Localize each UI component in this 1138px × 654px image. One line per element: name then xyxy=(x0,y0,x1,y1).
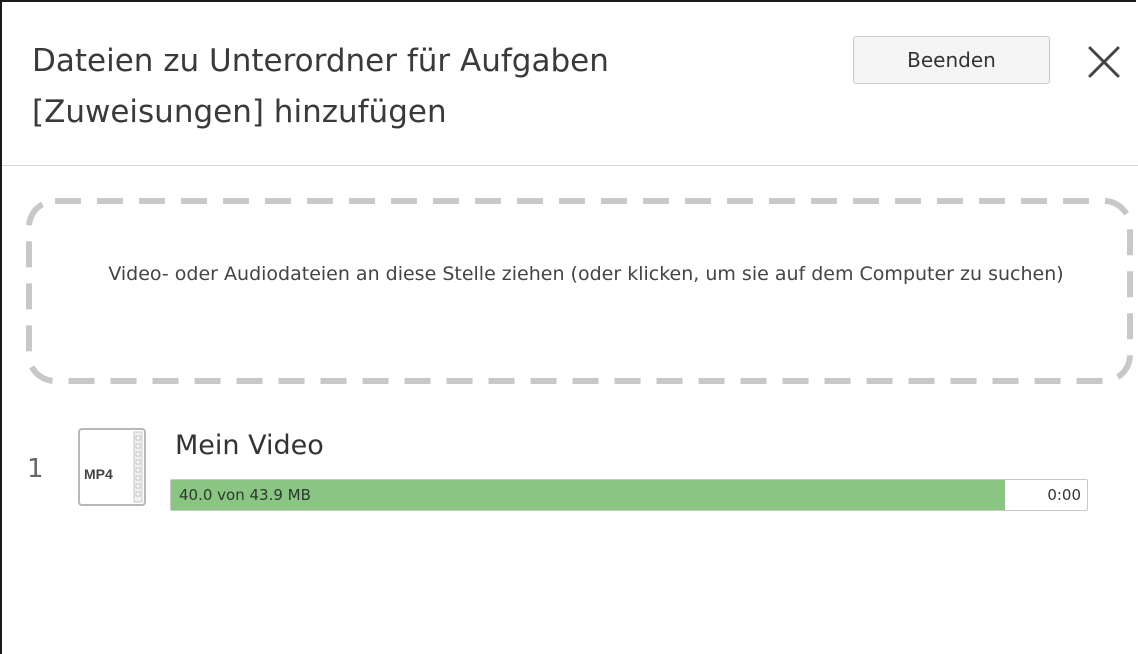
dropzone-instructions: Video- oder Audiodateien an diese Stelle… xyxy=(108,263,1064,285)
upload-time: 0:00 xyxy=(1047,486,1081,504)
file-dropzone[interactable]: Video- oder Audiodateien an diese Stelle… xyxy=(26,198,1133,384)
close-icon[interactable] xyxy=(1084,42,1124,82)
upload-progress-text: 40.0 von 43.9 MB xyxy=(179,486,311,504)
upload-index: 1 xyxy=(27,454,44,484)
dialog-header: Dateien zu Unterordner für Aufgaben [Zuw… xyxy=(2,2,1138,166)
dialog-title: Dateien zu Unterordner für Aufgaben [Zuw… xyxy=(32,43,609,130)
upload-dialog: Dateien zu Unterordner für Aufgaben [Zuw… xyxy=(0,0,1138,654)
file-name: Mein Video xyxy=(175,430,324,461)
upload-progress-bar: 40.0 von 43.9 MB 0:00 xyxy=(170,479,1088,511)
upload-row: 1 MP4 Mein Video 40.0 von 43.9 MB 0:00 xyxy=(2,422,1138,522)
file-type-label: MP4 xyxy=(84,466,113,482)
dropzone-border xyxy=(26,198,1133,384)
done-button[interactable]: Beenden xyxy=(853,36,1050,84)
